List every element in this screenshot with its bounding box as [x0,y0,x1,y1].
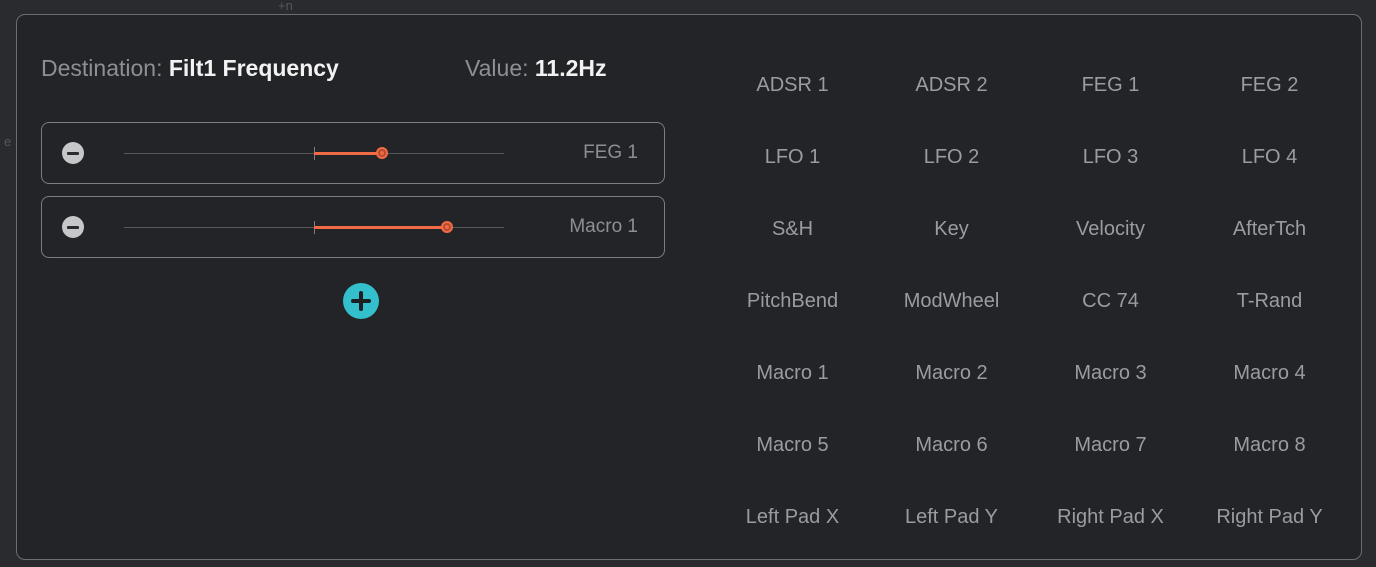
minus-icon [67,225,79,229]
add-modulation-button[interactable] [343,283,379,319]
source-option[interactable]: Macro 4 [1190,337,1349,409]
source-option[interactable]: Macro 3 [1031,337,1190,409]
source-option[interactable]: ModWheel [872,265,1031,337]
minus-icon [67,151,79,155]
destination-value: Filt1 Frequency [168,55,339,81]
destination-label: Destination: [41,55,163,81]
source-option[interactable]: LFO 4 [1190,121,1349,193]
amount-fill-2 [314,225,447,229]
source-option[interactable]: FEG 2 [1190,49,1349,121]
amount-handle-1[interactable] [376,147,389,159]
source-option[interactable]: FEG 1 [1031,49,1190,121]
source-option[interactable]: AfterTch [1190,193,1349,265]
source-option[interactable]: ADSR 2 [872,49,1031,121]
value-readout: Value: 11.2Hz [465,55,607,82]
source-option[interactable]: Right Pad X [1031,481,1190,553]
row-2-source-label: Macro 1 [569,216,638,237]
source-option[interactable]: Macro 6 [872,409,1031,481]
amount-fill-1 [314,151,383,155]
remove-row-1-button[interactable] [62,142,84,164]
mod-matrix-panel: Destination: Filt1 Frequency Value: 11.2… [16,14,1362,560]
backdrop-mark-left: e [4,134,12,149]
source-option[interactable]: ADSR 1 [713,49,872,121]
source-option[interactable]: Left Pad Y [872,481,1031,553]
source-option[interactable]: Macro 5 [713,409,872,481]
source-option[interactable]: LFO 1 [713,121,872,193]
mod-row-2: Macro 1 [41,196,665,258]
source-option[interactable]: T-Rand [1190,265,1349,337]
mod-row-1: FEG 1 [41,122,665,184]
amount-slider-2[interactable] [124,221,504,234]
value-label: Value: [465,55,529,81]
amount-slider-1[interactable] [124,147,504,160]
value-value: 11.2Hz [534,55,607,81]
source-option[interactable]: S&H [713,193,872,265]
backdrop-mark-top: +n [278,0,293,13]
source-option[interactable]: Macro 1 [713,337,872,409]
source-option[interactable]: Velocity [1031,193,1190,265]
source-grid: ADSR 1 ADSR 2 FEG 1 FEG 2 LFO 1 LFO 2 LFO 3 LFO… [713,49,1349,553]
source-option[interactable]: CC 74 [1031,265,1190,337]
row-1-source-label: FEG 1 [583,142,638,163]
source-option[interactable]: Macro 8 [1190,409,1349,481]
source-option[interactable]: Key [872,193,1031,265]
source-option[interactable]: Macro 2 [872,337,1031,409]
source-option[interactable]: PitchBend [713,265,872,337]
source-option[interactable]: Macro 7 [1031,409,1190,481]
destination-readout: Destination: Filt1 Frequency [41,55,339,82]
amount-handle-2[interactable] [441,221,453,233]
remove-row-2-button[interactable] [62,216,84,238]
source-option[interactable]: Right Pad Y [1190,481,1349,553]
source-option[interactable]: LFO 3 [1031,121,1190,193]
source-option[interactable]: Left Pad X [713,481,872,553]
source-option[interactable]: LFO 2 [872,121,1031,193]
